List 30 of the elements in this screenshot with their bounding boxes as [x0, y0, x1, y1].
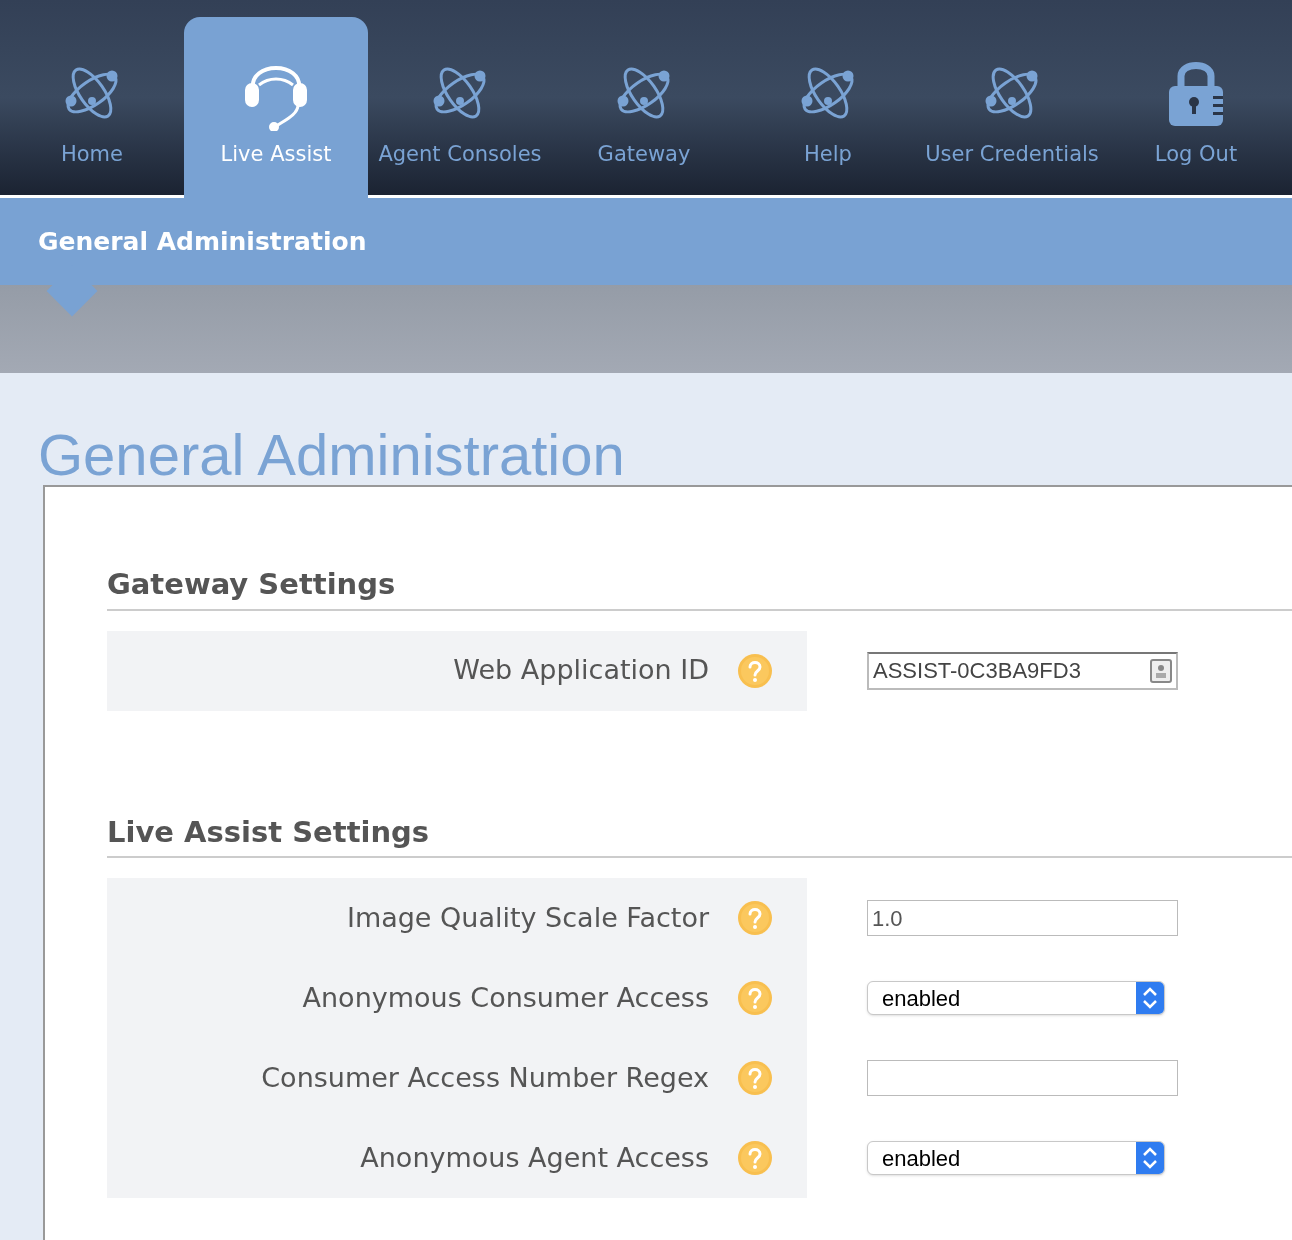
- input-field[interactable]: [867, 1060, 1178, 1096]
- section-heading: Gateway Settings: [107, 563, 1292, 611]
- page-title: General Administration: [38, 421, 626, 489]
- field-label: Consumer Access Number Regex: [261, 1060, 709, 1095]
- help-icon[interactable]: [737, 1060, 773, 1096]
- contact-card-icon[interactable]: [1150, 658, 1172, 683]
- nav-tab[interactable]: User Credentials: [920, 17, 1104, 195]
- help-icon[interactable]: [737, 900, 773, 936]
- nav-tab[interactable]: Help: [736, 17, 920, 195]
- field-label: Web Application ID: [453, 653, 709, 688]
- nav-tab[interactable]: Home: [0, 17, 184, 195]
- help-icon[interactable]: [737, 980, 773, 1016]
- input-field[interactable]: ASSIST-0C3BA9FD3: [867, 651, 1178, 690]
- input-field[interactable]: 1.0: [867, 900, 1178, 936]
- nav-tab[interactable]: Live Assist: [184, 17, 368, 198]
- field-label: Anonymous Agent Access: [360, 1140, 709, 1175]
- nav-tab[interactable]: Log Out: [1104, 17, 1288, 195]
- field-label: Anonymous Consumer Access: [302, 980, 709, 1015]
- stepper-arrows-icon: [1136, 1142, 1164, 1174]
- lock-icon: [1169, 60, 1223, 126]
- section-heading: Live Assist Settings: [107, 810, 1292, 858]
- field-label: Image Quality Scale Factor: [346, 900, 709, 935]
- stepper-arrows-icon: [1136, 982, 1164, 1014]
- select-dropdown[interactable]: enabled: [867, 1141, 1165, 1175]
- subnav-tab[interactable]: General Administration: [38, 226, 367, 256]
- help-icon[interactable]: [737, 652, 773, 689]
- nav-tab[interactable]: Gateway: [552, 17, 736, 195]
- help-icon[interactable]: [737, 1140, 773, 1176]
- select-dropdown[interactable]: enabled: [867, 981, 1165, 1015]
- nav-tab[interactable]: Agent Consoles: [368, 17, 552, 195]
